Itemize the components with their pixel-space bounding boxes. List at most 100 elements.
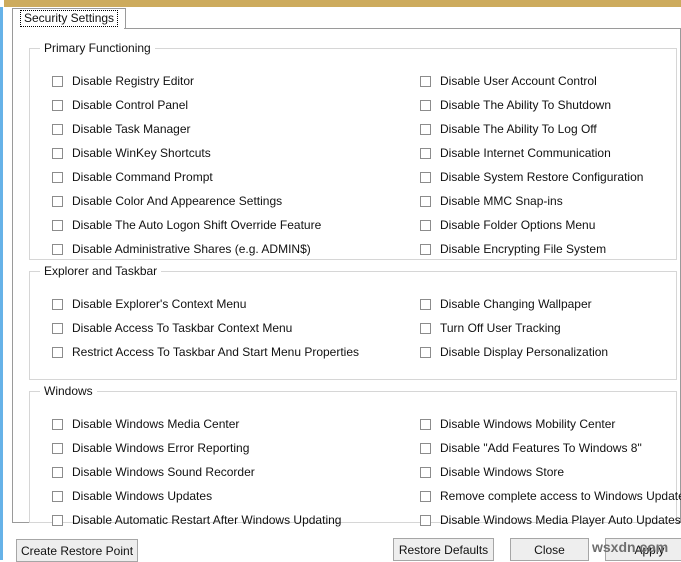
checkbox-icon[interactable] (52, 491, 63, 502)
checkbox-row[interactable]: Disable WinKey Shortcuts (52, 141, 321, 165)
checkbox-row[interactable]: Disable Administrative Shares (e.g. ADMI… (52, 237, 321, 261)
checkbox-label: Disable WinKey Shortcuts (72, 146, 211, 160)
checkbox-row[interactable]: Disable Internet Communication (420, 141, 643, 165)
tab-strip: Security Settings (12, 8, 681, 30)
tab-strip-underline-mask (13, 28, 124, 29)
checkbox-icon[interactable] (420, 76, 431, 87)
checkbox-row[interactable]: Disable Windows Media Player Auto Update… (420, 508, 681, 532)
checkbox-label: Disable Color And Appearence Settings (72, 194, 282, 208)
checkbox-row[interactable]: Disable Control Panel (52, 93, 321, 117)
close-button[interactable]: Close (510, 538, 589, 561)
checkbox-icon[interactable] (420, 467, 431, 478)
group-primary-functioning-left-column: Disable Registry Editor Disable Control … (52, 69, 321, 261)
checkbox-icon[interactable] (420, 124, 431, 135)
checkbox-icon[interactable] (52, 323, 63, 334)
checkbox-row[interactable]: Disable Color And Appearence Settings (52, 189, 321, 213)
checkbox-label: Disable Changing Wallpaper (440, 297, 592, 311)
checkbox-icon[interactable] (420, 148, 431, 159)
checkbox-icon[interactable] (420, 100, 431, 111)
checkbox-icon[interactable] (52, 172, 63, 183)
checkbox-label: Disable Task Manager (72, 122, 191, 136)
tab-security-settings[interactable]: Security Settings (12, 8, 126, 28)
checkbox-icon[interactable] (52, 100, 63, 111)
checkbox-row[interactable]: Turn Off User Tracking (420, 316, 608, 340)
checkbox-icon[interactable] (52, 76, 63, 87)
checkbox-row[interactable]: Disable Windows Mobility Center (420, 412, 681, 436)
group-primary-functioning: Primary Functioning Disable Registry Edi… (29, 48, 677, 260)
checkbox-row[interactable]: Disable The Ability To Log Off (420, 117, 643, 141)
group-windows: Windows Disable Windows Media Center Dis… (29, 391, 677, 523)
checkbox-label: Disable User Account Control (440, 74, 597, 88)
group-primary-functioning-right-column: Disable User Account Control Disable The… (420, 69, 643, 261)
checkbox-row[interactable]: Disable Command Prompt (52, 165, 321, 189)
checkbox-icon[interactable] (420, 419, 431, 430)
checkbox-label: Disable The Ability To Log Off (440, 122, 597, 136)
checkbox-icon[interactable] (420, 491, 431, 502)
checkbox-icon[interactable] (52, 220, 63, 231)
restore-defaults-button[interactable]: Restore Defaults (393, 538, 494, 561)
tab-security-settings-label: Security Settings (20, 10, 118, 27)
checkbox-icon[interactable] (52, 196, 63, 207)
checkbox-row[interactable]: Disable "Add Features To Windows 8" (420, 436, 681, 460)
checkbox-label: Disable "Add Features To Windows 8" (440, 441, 642, 455)
checkbox-row[interactable]: Disable Windows Store (420, 460, 681, 484)
checkbox-icon[interactable] (52, 443, 63, 454)
checkbox-label: Disable MMC Snap-ins (440, 194, 563, 208)
checkbox-label: Disable The Ability To Shutdown (440, 98, 611, 112)
checkbox-label: Disable The Auto Logon Shift Override Fe… (72, 218, 321, 232)
group-windows-right-column: Disable Windows Mobility Center Disable … (420, 412, 681, 532)
checkbox-row[interactable]: Disable Display Personalization (420, 340, 608, 364)
tab-page-security-settings: Primary Functioning Disable Registry Edi… (12, 29, 681, 523)
dialog-client-area: Security Settings Primary Functioning Di… (5, 7, 681, 560)
checkbox-row[interactable]: Disable Automatic Restart After Windows … (52, 508, 341, 532)
checkbox-icon[interactable] (420, 443, 431, 454)
group-primary-functioning-title: Primary Functioning (40, 41, 155, 55)
checkbox-row[interactable]: Disable User Account Control (420, 69, 643, 93)
checkbox-icon[interactable] (420, 244, 431, 255)
checkbox-row[interactable]: Disable System Restore Configuration (420, 165, 643, 189)
checkbox-row[interactable]: Disable Windows Error Reporting (52, 436, 341, 460)
apply-button[interactable]: Apply (605, 538, 681, 561)
checkbox-icon[interactable] (420, 220, 431, 231)
checkbox-row[interactable]: Disable Changing Wallpaper (420, 292, 608, 316)
checkbox-row[interactable]: Restrict Access To Taskbar And Start Men… (52, 340, 359, 364)
checkbox-icon[interactable] (420, 172, 431, 183)
checkbox-row[interactable]: Disable Task Manager (52, 117, 321, 141)
checkbox-icon[interactable] (52, 299, 63, 310)
checkbox-icon[interactable] (52, 515, 63, 526)
checkbox-icon[interactable] (52, 419, 63, 430)
checkbox-row[interactable]: Disable Explorer's Context Menu (52, 292, 359, 316)
checkbox-icon[interactable] (420, 299, 431, 310)
window-accent-strip-corner (0, 0, 4, 7)
checkbox-label: Disable Access To Taskbar Context Menu (72, 321, 292, 335)
checkbox-icon[interactable] (420, 196, 431, 207)
checkbox-icon[interactable] (420, 323, 431, 334)
checkbox-icon[interactable] (420, 515, 431, 526)
checkbox-row[interactable]: Disable Windows Updates (52, 484, 341, 508)
checkbox-icon[interactable] (52, 124, 63, 135)
checkbox-icon[interactable] (420, 347, 431, 358)
checkbox-row[interactable]: Disable MMC Snap-ins (420, 189, 643, 213)
group-explorer-and-taskbar-right-column: Disable Changing Wallpaper Turn Off User… (420, 292, 608, 364)
checkbox-row[interactable]: Disable Encrypting File System (420, 237, 643, 261)
create-restore-point-button[interactable]: Create Restore Point (16, 539, 138, 562)
checkbox-row[interactable]: Disable Windows Sound Recorder (52, 460, 341, 484)
checkbox-icon[interactable] (52, 148, 63, 159)
checkbox-icon[interactable] (52, 244, 63, 255)
checkbox-label: Disable Automatic Restart After Windows … (72, 513, 341, 527)
checkbox-icon[interactable] (52, 467, 63, 478)
group-explorer-and-taskbar: Explorer and Taskbar Disable Explorer's … (29, 271, 677, 380)
checkbox-row[interactable]: Disable Windows Media Center (52, 412, 341, 436)
group-windows-title: Windows (40, 384, 97, 398)
checkbox-row[interactable]: Disable Folder Options Menu (420, 213, 643, 237)
checkbox-label: Disable Control Panel (72, 98, 188, 112)
checkbox-label: Disable Registry Editor (72, 74, 194, 88)
checkbox-row[interactable]: Disable The Ability To Shutdown (420, 93, 643, 117)
checkbox-row[interactable]: Remove complete access to Windows Update… (420, 484, 681, 508)
checkbox-row[interactable]: Disable The Auto Logon Shift Override Fe… (52, 213, 321, 237)
checkbox-row[interactable]: Disable Registry Editor (52, 69, 321, 93)
checkbox-row[interactable]: Disable Access To Taskbar Context Menu (52, 316, 359, 340)
checkbox-label: Disable Display Personalization (440, 345, 608, 359)
checkbox-icon[interactable] (52, 347, 63, 358)
checkbox-label: Disable Command Prompt (72, 170, 213, 184)
